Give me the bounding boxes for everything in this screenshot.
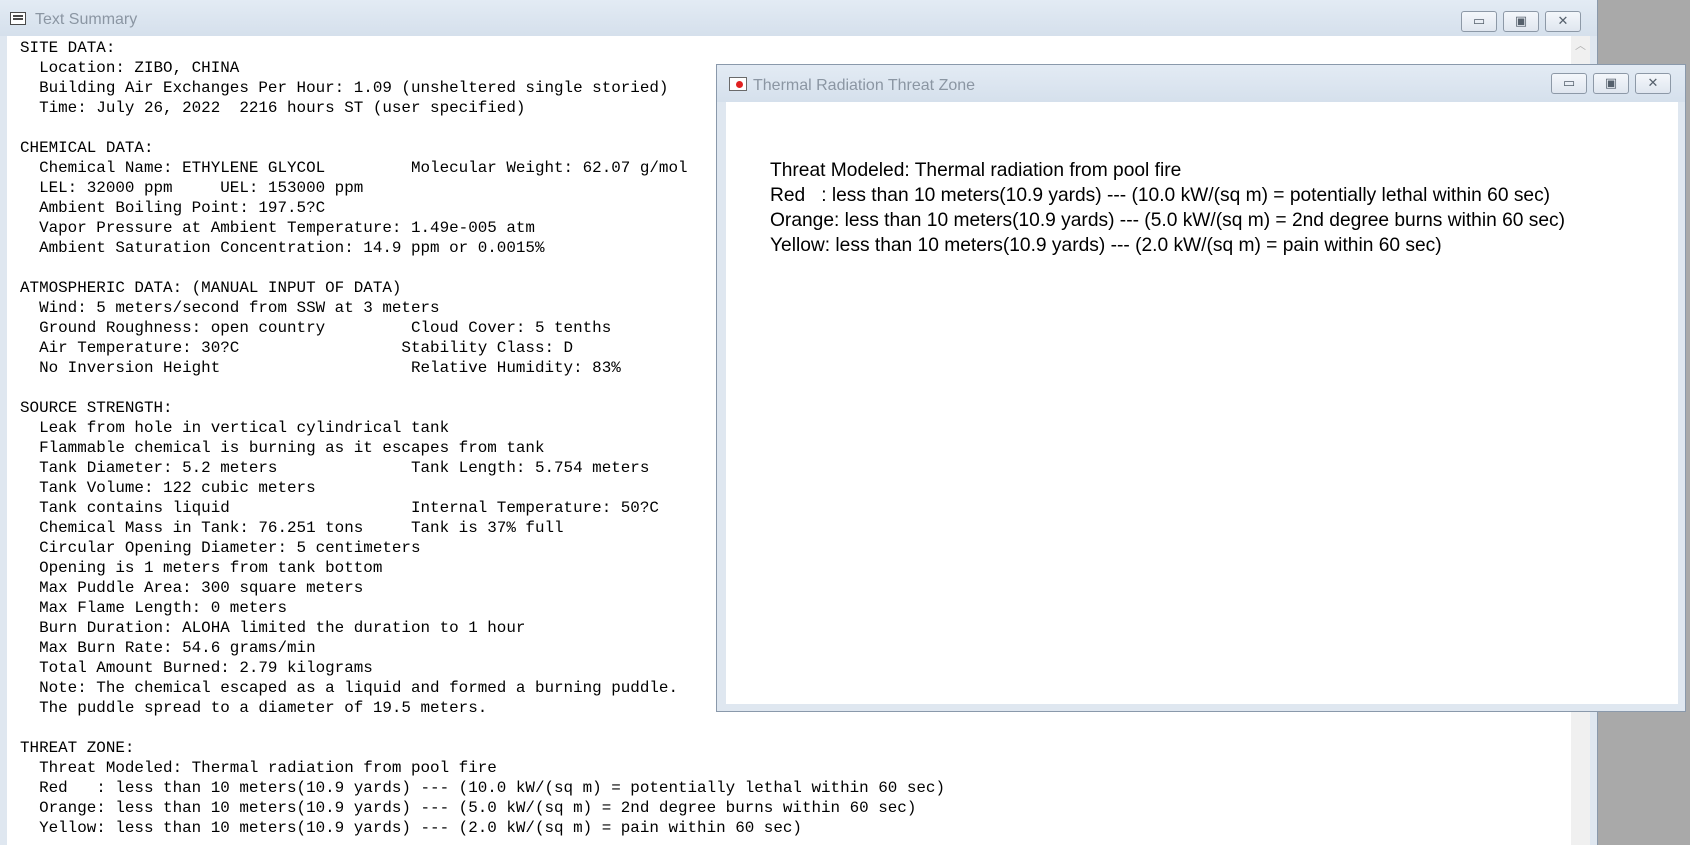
maximize-button[interactable]: ▣ <box>1503 11 1539 32</box>
thermal-line: Threat Modeled: Thermal radiation from p… <box>770 160 1182 181</box>
window-title: Text Summary <box>35 11 138 28</box>
thermal-radiation-window: Thermal Radiation Threat Zone ▭ ▣ ✕ Thre… <box>716 64 1686 712</box>
thermal-line: Yellow: less than 10 meters(10.9 yards) … <box>770 235 1442 256</box>
threat-zone-text: Threat Modeled: Thermal radiation from p… <box>770 158 1565 258</box>
maximize-button[interactable]: ▣ <box>1593 73 1629 94</box>
summary-line: Red : less than 10 meters(10.9 yards) --… <box>20 779 945 797</box>
summary-line: Orange: less than 10 meters(10.9 yards) … <box>20 799 917 817</box>
summary-line: Yellow: less than 10 meters(10.9 yards) … <box>20 819 802 837</box>
summary-line: Threat Modeled: Thermal radiation from p… <box>20 759 497 777</box>
text-summary-titlebar[interactable]: Text Summary ▭ ▣ ✕ <box>0 0 1597 36</box>
thermal-line: Red : less than 10 meters(10.9 yards) --… <box>770 185 1551 206</box>
window-title: Thermal Radiation Threat Zone <box>753 77 976 94</box>
scroll-up-arrow-icon[interactable]: ︿ <box>1571 36 1590 56</box>
minimize-button[interactable]: ▭ <box>1461 11 1497 32</box>
close-button[interactable]: ✕ <box>1545 11 1581 32</box>
threat-zone-icon <box>729 77 747 91</box>
text-window-icon <box>10 12 26 25</box>
summary-line: THREAT ZONE: <box>20 739 135 757</box>
summary-line: SITE DATA: <box>20 39 116 57</box>
summary-line <box>20 718 945 738</box>
close-button[interactable]: ✕ <box>1635 73 1671 94</box>
minimize-button[interactable]: ▭ <box>1551 73 1587 94</box>
thermal-titlebar[interactable]: Thermal Radiation Threat Zone ▭ ▣ ✕ <box>717 65 1685 102</box>
thermal-line: Orange: less than 10 meters(10.9 yards) … <box>770 210 1566 231</box>
threat-zone-text-area: Threat Modeled: Thermal radiation from p… <box>726 102 1678 704</box>
